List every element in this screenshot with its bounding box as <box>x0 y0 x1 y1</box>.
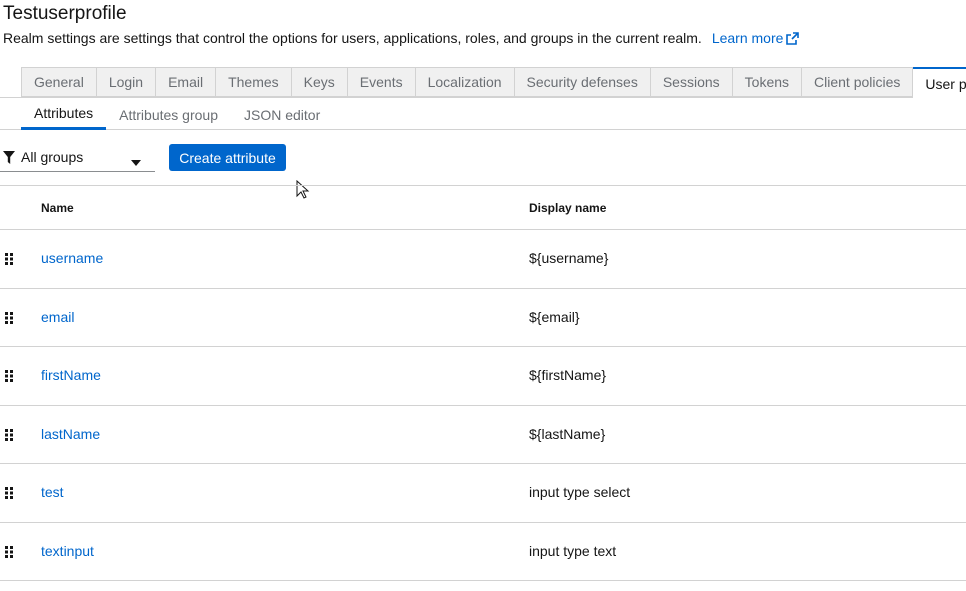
attribute-display-name: input type select <box>529 484 631 500</box>
tab-themes[interactable]: Themes <box>216 67 292 97</box>
table-top-border <box>0 185 966 186</box>
learn-more-label: Learn more <box>711 30 784 46</box>
page-description: Realm settings are settings that control… <box>3 29 800 49</box>
tab-user-profile[interactable]: User profile <box>913 67 966 98</box>
table-row: firstName ${firstName} <box>0 346 966 404</box>
create-attribute-button[interactable]: Create attribute <box>169 144 286 171</box>
tab-client-policies[interactable]: Client policies <box>802 67 914 97</box>
tab-email[interactable]: Email <box>156 67 217 97</box>
column-header-display-name[interactable]: Display name <box>529 201 606 215</box>
tab-tokens[interactable]: Tokens <box>732 67 803 97</box>
description-text: Realm settings are settings that control… <box>3 30 702 46</box>
caret-down-icon <box>131 153 141 169</box>
attribute-name-link[interactable]: username <box>41 250 103 266</box>
drag-handle-icon[interactable] <box>5 369 13 387</box>
external-link-icon <box>786 31 800 49</box>
attribute-name-link[interactable]: test <box>41 484 64 500</box>
attribute-display-name: ${email} <box>529 309 580 325</box>
page-title: Testuserprofile <box>3 3 127 24</box>
attribute-name-link[interactable]: lastName <box>41 426 100 442</box>
attribute-name-link[interactable]: email <box>41 309 74 325</box>
attribute-display-name: ${lastName} <box>529 426 606 442</box>
realm-settings-tabs: General Login Email Themes Keys Events L… <box>21 67 966 98</box>
drag-handle-icon[interactable] <box>5 428 13 446</box>
tab-login[interactable]: Login <box>96 67 157 97</box>
tab-keys[interactable]: Keys <box>291 67 348 97</box>
drag-handle-icon[interactable] <box>5 311 13 329</box>
tab-security-defenses[interactable]: Security defenses <box>514 67 651 97</box>
drag-handle-icon[interactable] <box>5 486 13 504</box>
attribute-name-link[interactable]: textinput <box>41 543 94 559</box>
subtab-attributes[interactable]: Attributes <box>21 99 107 130</box>
group-filter-select[interactable]: All groups <box>0 143 155 172</box>
learn-more-link[interactable]: Learn more <box>712 30 800 46</box>
attribute-name-link[interactable]: firstName <box>41 367 101 383</box>
mouse-cursor-icon <box>296 179 310 205</box>
table-bottom-border <box>0 580 966 581</box>
tab-general[interactable]: General <box>21 67 97 97</box>
subtab-attributes-group[interactable]: Attributes group <box>106 99 231 130</box>
attribute-display-name: input type text <box>529 543 617 559</box>
table-row: lastName ${lastName} <box>0 405 966 463</box>
filter-icon <box>3 150 15 164</box>
drag-handle-icon[interactable] <box>5 252 13 270</box>
drag-handle-icon[interactable] <box>5 545 13 563</box>
tab-events[interactable]: Events <box>347 67 416 97</box>
column-header-name[interactable]: Name <box>41 201 74 215</box>
table-row: textinput input type text <box>0 522 966 580</box>
tab-sessions[interactable]: Sessions <box>650 67 733 97</box>
group-filter-value: All groups <box>21 149 84 165</box>
tab-localization[interactable]: Localization <box>415 67 515 97</box>
user-profile-subtabs: Attributes Attributes group JSON editor <box>21 99 333 130</box>
table-row: test input type select <box>0 463 966 521</box>
subtab-json-editor[interactable]: JSON editor <box>231 99 333 130</box>
attribute-display-name: ${username} <box>529 250 609 266</box>
attribute-display-name: ${firstName} <box>529 367 607 383</box>
table-row: username ${username} <box>0 229 966 287</box>
table-row: email ${email} <box>0 288 966 346</box>
